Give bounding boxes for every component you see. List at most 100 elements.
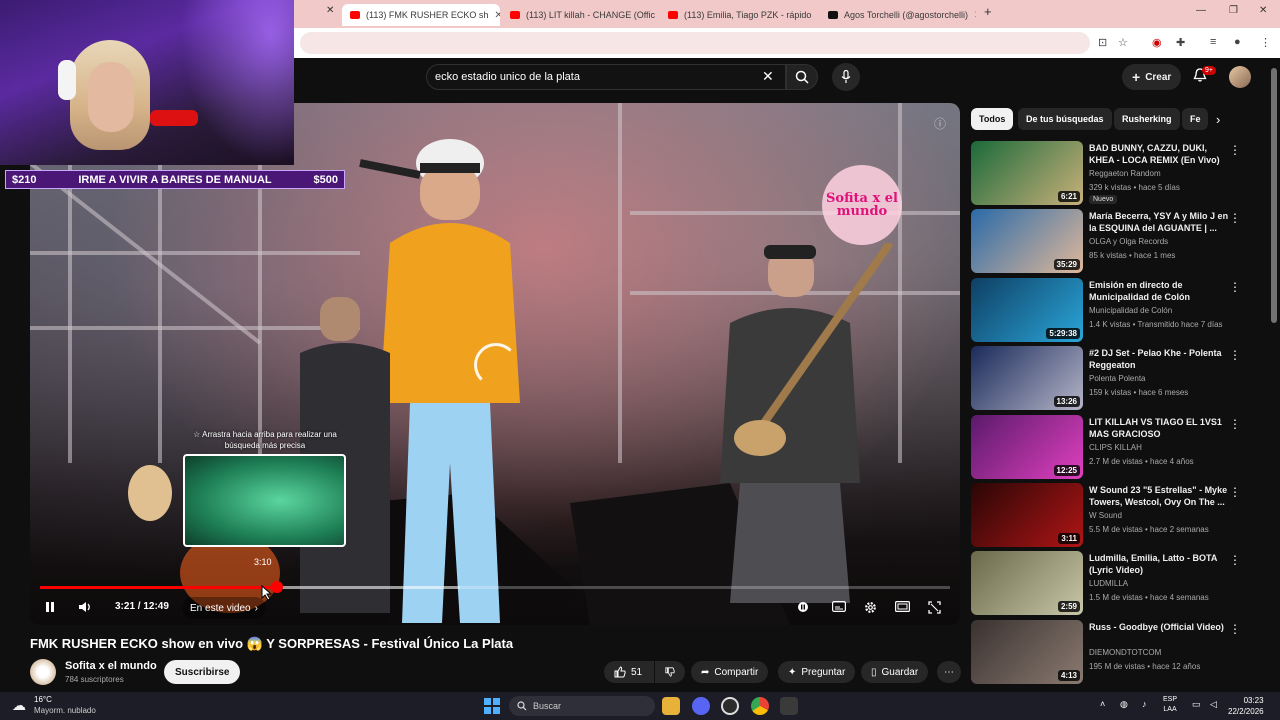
search-input[interactable]: ecko estadio unico de la plata <box>426 64 786 90</box>
windows-start-icon[interactable] <box>484 698 500 714</box>
restore-icon[interactable]: ❐ <box>1229 5 1238 16</box>
video-thumbnail[interactable]: 6:21 <box>971 141 1083 205</box>
video-thumbnail[interactable]: 35:29 <box>971 209 1083 273</box>
clear-search-icon[interactable]: ✕ <box>762 68 774 85</box>
video-thumbnail[interactable]: 5:29:38 <box>971 278 1083 342</box>
volume-button[interactable] <box>78 601 92 613</box>
video-thumbnail[interactable]: 13:26 <box>971 346 1083 410</box>
url-field[interactable] <box>300 32 1090 54</box>
info-icon[interactable]: ⓘ <box>934 115 946 132</box>
related-video-title[interactable]: María Becerra, YSY A y Milo J en la ESQU… <box>1089 210 1229 234</box>
related-video-item[interactable]: 6:21 BAD BUNNY, CAZZU, DUKI, KHEA - LOCA … <box>971 141 1243 205</box>
chevron-right-icon[interactable]: › <box>1216 112 1220 127</box>
show-hidden-icons-icon[interactable]: ˄ <box>1100 699 1105 709</box>
chrome-icon[interactable] <box>751 697 769 715</box>
more-actions-button[interactable]: ⋯ <box>937 661 961 683</box>
create-button[interactable]: + Crear <box>1122 64 1182 90</box>
menu-icon[interactable]: ⋮ <box>1260 36 1271 49</box>
share-button[interactable]: ➦ Compartir <box>691 661 769 683</box>
weather-condition[interactable]: Mayorm. nublado <box>34 706 96 715</box>
obs-icon[interactable] <box>721 697 739 715</box>
related-video-item[interactable]: 3:11 W Sound 23 "5 Estrellas" - Myke Towe… <box>971 483 1243 547</box>
discord-icon[interactable] <box>692 697 710 715</box>
related-video-item[interactable]: 2:59 Ludmilla, Emilia, Latto - BOTA (Lyri… <box>971 551 1243 615</box>
related-video-item[interactable]: 13:26 #2 DJ Set - Pelao Khe - Polenta Reg… <box>971 346 1243 410</box>
video-thumbnail[interactable]: 3:11 <box>971 483 1083 547</box>
speaker-tray-icon[interactable]: ◁ <box>1210 699 1217 710</box>
like-button[interactable]: 51 <box>604 661 654 683</box>
more-options-icon[interactable]: ⋮ <box>1229 553 1241 567</box>
profile-icon[interactable]: ● <box>1234 36 1241 48</box>
subtitles-button[interactable] <box>832 601 846 612</box>
theater-mode-button[interactable] <box>895 601 910 612</box>
close-icon[interactable]: ✕ <box>494 10 500 21</box>
related-video-item[interactable]: 12:25 LIT KILLAH VS TIAGO EL 1VS1 MAS GRA… <box>971 415 1243 479</box>
account-avatar[interactable] <box>1229 66 1251 88</box>
input-language[interactable]: ESP LAA <box>1163 695 1177 715</box>
system-clock[interactable]: 03:23 22/2/2026 <box>1228 695 1264 717</box>
related-video-title[interactable]: LIT KILLAH VS TIAGO EL 1VS1 MAS GRACIOSO <box>1089 416 1229 440</box>
minimize-icon[interactable]: — <box>1196 5 1206 16</box>
save-button[interactable]: ▯ Guardar <box>861 661 929 683</box>
settings-button[interactable] <box>864 601 877 614</box>
chip-de-tus-busquedas[interactable]: De tus búsquedas <box>1018 108 1112 130</box>
related-video-title[interactable]: W Sound 23 "5 Estrellas" - Myke Towers, … <box>1089 484 1229 508</box>
more-options-icon[interactable]: ⋮ <box>1229 348 1241 362</box>
microphone-tray-icon[interactable]: ♪ <box>1142 699 1147 709</box>
more-options-icon[interactable]: ⋮ <box>1229 485 1241 499</box>
puzzle-icon[interactable]: ✚ <box>1176 36 1185 49</box>
browser-tab-1[interactable]: (113) LIT killah - CHANGE (Offic ✕ <box>502 4 660 26</box>
sparkle-icon: ✦ <box>788 666 797 678</box>
more-options-icon[interactable]: ⋮ <box>1229 280 1241 294</box>
related-video-title[interactable]: #2 DJ Set - Pelao Khe - Polenta Reggeato… <box>1089 347 1229 371</box>
close-icon[interactable]: ✕ <box>974 10 976 21</box>
scrollbar[interactable] <box>1271 68 1277 323</box>
dislike-button[interactable] <box>655 661 685 683</box>
channel-name[interactable]: Sofita x el mundo <box>65 660 157 672</box>
pause-button[interactable] <box>44 601 56 613</box>
taskbar-search-input[interactable]: Buscar <box>509 696 655 716</box>
chip-todos[interactable]: Todos <box>971 108 1014 130</box>
more-options-icon[interactable]: ⋮ <box>1229 622 1241 636</box>
fullscreen-button[interactable] <box>928 601 941 614</box>
more-options-icon[interactable]: ⋮ <box>1229 143 1241 157</box>
chip-fe[interactable]: Fe <box>1182 108 1208 130</box>
subscribe-button[interactable]: Suscribirse <box>164 660 241 684</box>
new-tab-button[interactable]: + <box>984 4 992 19</box>
more-options-icon[interactable]: ⋮ <box>1229 211 1241 225</box>
video-thumbnail[interactable]: 2:59 <box>971 551 1083 615</box>
video-thumbnail[interactable]: 4:13 <box>971 620 1083 684</box>
media-icon[interactable]: ≡ <box>1210 36 1216 48</box>
close-icon[interactable]: ✕ <box>817 10 818 21</box>
weather-temperature[interactable]: 16°C <box>34 695 52 704</box>
related-video-title[interactable]: Russ - Goodbye (Official Video) <box>1089 621 1229 633</box>
extension-icon[interactable]: ◉ <box>1152 36 1162 49</box>
more-options-icon[interactable]: ⋮ <box>1229 417 1241 431</box>
browser-tab-2[interactable]: (113) Emilia, Tiago PZK - rápido ✕ <box>660 4 818 26</box>
bookmark-star-icon[interactable]: ☆ <box>1118 36 1128 49</box>
related-video-title[interactable]: BAD BUNNY, CAZZU, DUKI, KHEA - LOCA REMI… <box>1089 142 1229 166</box>
related-video-title[interactable]: Ludmilla, Emilia, Latto - BOTA (Lyric Vi… <box>1089 552 1229 576</box>
monitor-tray-icon[interactable]: ▭ <box>1192 699 1201 710</box>
weather-cloud-icon[interactable]: ☁ <box>12 697 26 714</box>
file-explorer-icon[interactable] <box>662 697 680 715</box>
autoplay-toggle[interactable] <box>796 601 810 613</box>
window-close-icon[interactable]: ✕ <box>1259 5 1267 16</box>
network-tray-icon[interactable]: ◍ <box>1120 699 1128 710</box>
voice-search-button[interactable] <box>832 63 860 91</box>
related-video-item[interactable]: 35:29 María Becerra, YSY A y Milo J en la… <box>971 209 1243 273</box>
related-video-item[interactable]: 4:13 Russ - Goodbye (Official Video) DIEMO… <box>971 620 1243 684</box>
video-thumbnail[interactable]: 12:25 <box>971 415 1083 479</box>
channel-avatar[interactable] <box>30 659 56 685</box>
close-icon[interactable]: ✕ <box>326 5 334 16</box>
install-icon[interactable]: ⊡ <box>1098 36 1107 49</box>
related-video-title[interactable]: Emisión en directo de Municipalidad de C… <box>1089 279 1229 303</box>
browser-tab-0[interactable]: (113) FMK RUSHER ECKO sh ✕ <box>342 4 500 26</box>
chapters-button[interactable]: En este video › <box>182 597 266 619</box>
ask-button[interactable]: ✦ Preguntar <box>778 661 856 683</box>
app-icon[interactable] <box>780 697 798 715</box>
search-button[interactable] <box>786 64 818 90</box>
related-video-item[interactable]: 5:29:38 Emisión en directo de Municipalid… <box>971 278 1243 342</box>
chip-rusherking[interactable]: Rusherking <box>1114 108 1180 130</box>
browser-tab-3[interactable]: Agos Torchelli (@agostorchelli) ✕ <box>820 4 976 26</box>
